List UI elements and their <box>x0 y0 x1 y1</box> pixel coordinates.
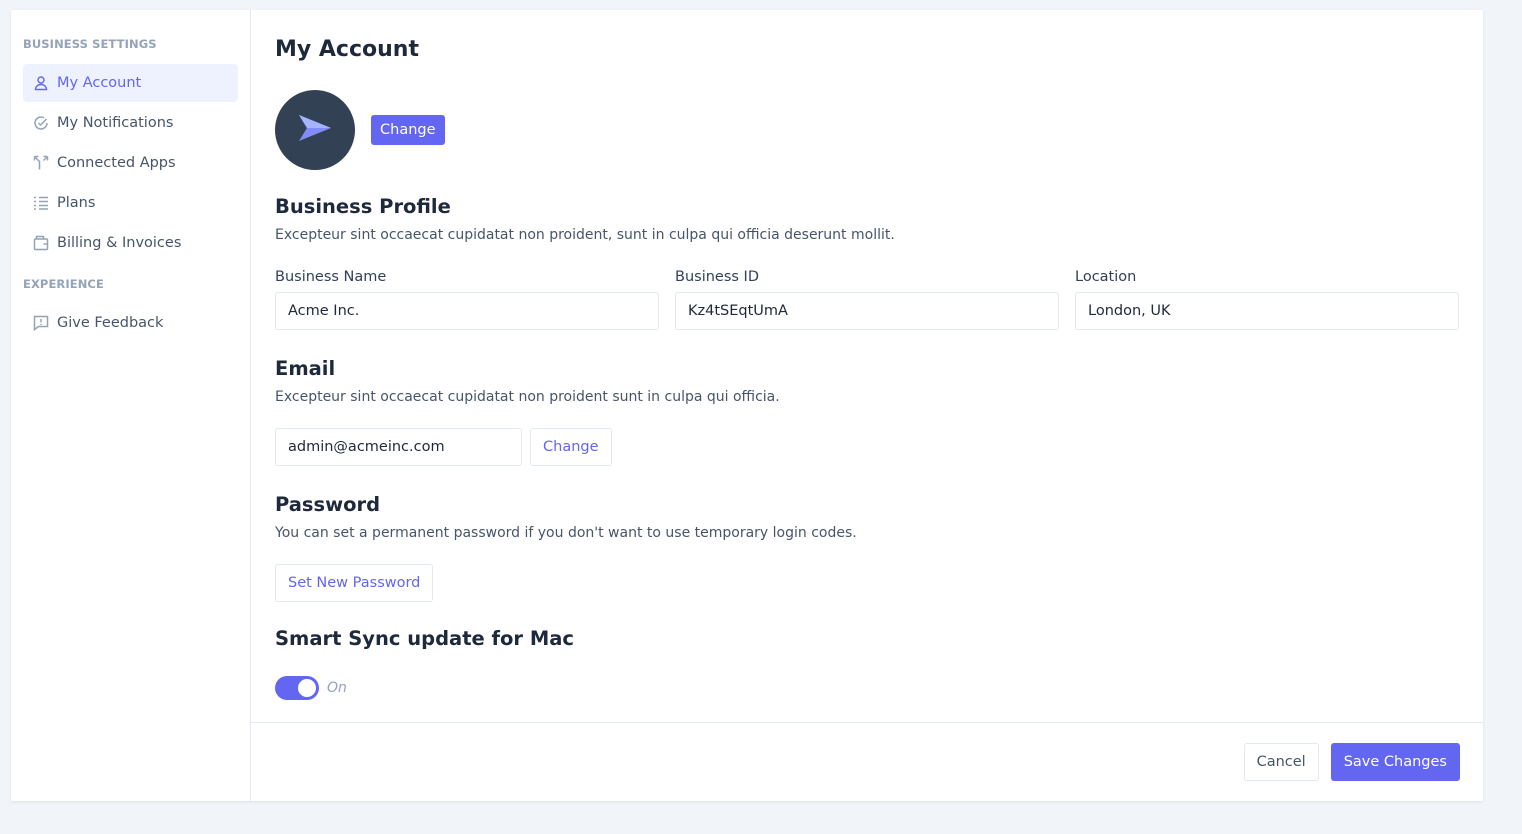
sidebar-item-label: Billing & Invoices <box>57 235 182 251</box>
sidebar-item-label: Give Feedback <box>57 315 164 331</box>
smart-sync-toggle[interactable] <box>275 676 319 700</box>
sidebar: Business Settings My Account My Notifica… <box>11 10 251 801</box>
location-input[interactable] <box>1075 292 1459 330</box>
business-name-input[interactable] <box>275 292 659 330</box>
section-title: Business Profile <box>275 195 451 218</box>
business-name-field: Business Name <box>275 268 659 330</box>
business-profile-section: Business Profile Excepteur sint occaecat… <box>275 194 1459 330</box>
sidebar-item-plans[interactable]: Plans <box>23 184 238 222</box>
set-new-password-button[interactable]: Set New Password <box>275 564 434 602</box>
email-input[interactable] <box>275 428 522 466</box>
location-field: Location <box>1075 268 1459 330</box>
sidebar-item-billing-invoices[interactable]: Billing & Invoices <box>23 224 238 262</box>
smart-sync-section: Smart Sync update for Mac On <box>275 626 1459 700</box>
sidebar-item-connected-apps[interactable]: Connected Apps <box>23 144 238 182</box>
field-label: Business Name <box>275 269 387 285</box>
save-changes-button[interactable]: Save Changes <box>1330 743 1460 781</box>
toggle-knob <box>298 679 316 697</box>
settings-card: Business Settings My Account My Notifica… <box>11 10 1483 801</box>
sidebar-item-label: My Account <box>57 75 142 91</box>
toggle-state-label: On <box>327 680 347 696</box>
check-circle-icon <box>33 115 49 131</box>
section-description: Excepteur sint occaecat cupidatat non pr… <box>275 227 895 243</box>
business-fields: Business Name Business ID Location <box>275 268 1459 330</box>
business-id-input[interactable] <box>675 292 1059 330</box>
smart-sync-toggle-row: On <box>275 676 1459 700</box>
email-row: Change <box>275 428 1459 466</box>
sidebar-item-my-notifications[interactable]: My Notifications <box>23 104 238 142</box>
section-title: Smart Sync update for Mac <box>275 627 574 650</box>
wallet-icon <box>33 235 49 251</box>
email-section: Email Excepteur sint occaecat cupidatat … <box>275 356 1459 466</box>
sidebar-item-my-account[interactable]: My Account <box>23 64 238 102</box>
change-avatar-button[interactable]: Change <box>371 115 445 145</box>
main-panel: My Account Change Business Profile Excep… <box>251 10 1483 801</box>
business-id-field: Business ID <box>675 268 1059 330</box>
sidebar-group-label: Experience <box>23 277 104 291</box>
avatar <box>275 90 355 170</box>
feedback-icon <box>33 315 49 331</box>
cancel-button[interactable]: Cancel <box>1243 743 1319 781</box>
sidebar-item-give-feedback[interactable]: Give Feedback <box>23 304 238 342</box>
sidebar-item-label: My Notifications <box>57 115 174 131</box>
section-title: Password <box>275 493 381 516</box>
footer-actions: Cancel Save Changes <box>251 722 1483 801</box>
change-email-button[interactable]: Change <box>530 428 612 466</box>
section-title: Email <box>275 357 336 380</box>
sidebar-group-label: Business Settings <box>23 37 157 51</box>
section-description: Excepteur sint occaecat cupidatat non pr… <box>275 389 780 405</box>
user-icon <box>33 75 49 91</box>
sidebar-item-label: Connected Apps <box>57 155 176 171</box>
section-description: You can set a permanent password if you … <box>275 525 857 541</box>
connect-arrows-icon <box>33 155 49 171</box>
list-icon <box>33 195 49 211</box>
field-label: Business ID <box>675 269 759 285</box>
paper-plane-icon <box>297 113 333 147</box>
page-title: My Account <box>275 37 419 62</box>
field-label: Location <box>1075 269 1137 285</box>
password-section: Password You can set a permanent passwor… <box>275 492 1459 602</box>
sidebar-item-label: Plans <box>57 195 96 211</box>
avatar-row: Change <box>275 90 1459 170</box>
